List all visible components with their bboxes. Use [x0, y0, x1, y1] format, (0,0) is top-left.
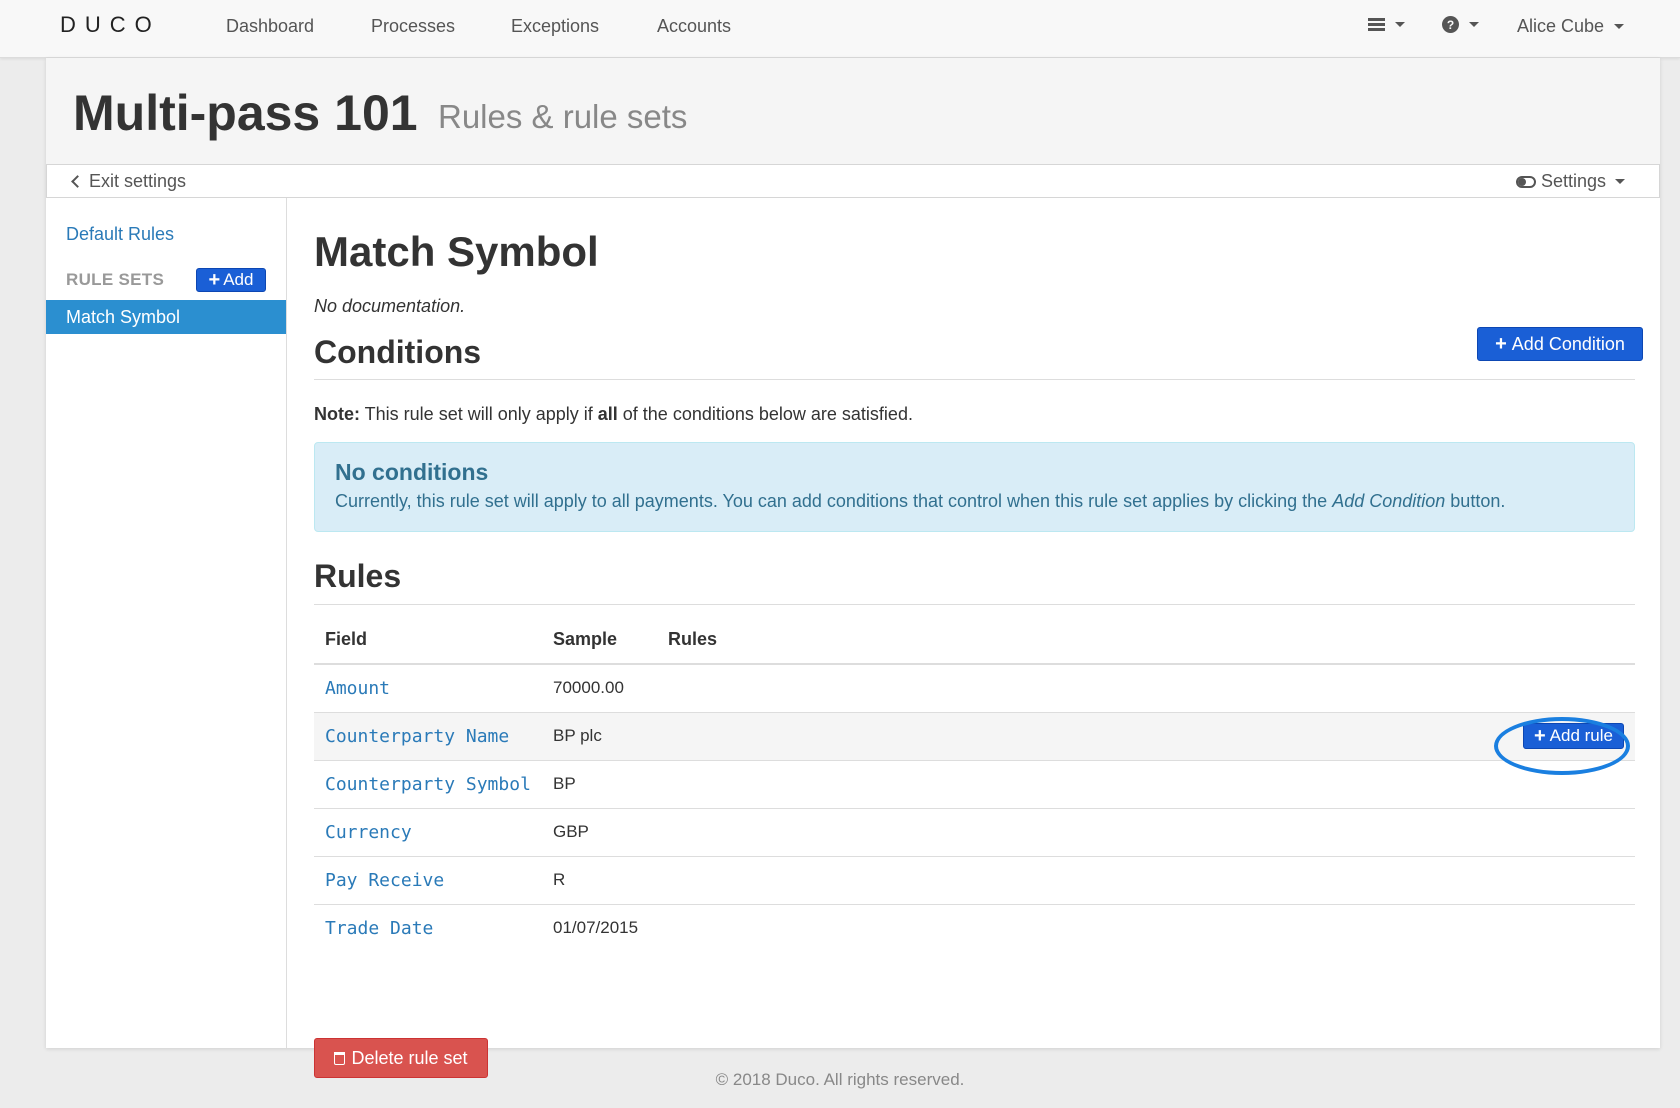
top-navbar: DUCO Dashboard Processes Exceptions Acco…: [0, 0, 1680, 58]
table-header-row: Field Sample Rules: [314, 616, 1635, 665]
rule-sets-heading: RULE SETS: [66, 270, 165, 289]
main-content: Match Symbol No documentation. Condition…: [287, 198, 1660, 1078]
toggle-icon: [1515, 175, 1536, 188]
table-row: Counterparty Symbol BP: [314, 759, 1635, 808]
user-menu[interactable]: Alice Cube: [1517, 16, 1625, 37]
add-rule-button[interactable]: + Add rule: [1522, 723, 1624, 749]
add-condition-button[interactable]: + Add Condition: [1477, 327, 1643, 361]
conditions-note: Note: This rule set will only apply if a…: [314, 404, 913, 425]
duco-logo[interactable]: DUCO: [60, 12, 161, 38]
column-header-field: Field: [314, 616, 542, 665]
alert-title: No conditions: [335, 459, 489, 485]
field-link-counterparty-symbol[interactable]: Counterparty Symbol: [325, 774, 531, 795]
conditions-heading: Conditions: [314, 334, 482, 370]
rules-table: Field Sample Rules Amount 70000.00 Count…: [314, 616, 1635, 952]
add-rule-label: Add rule: [1549, 726, 1613, 745]
note-bold: all: [597, 404, 618, 424]
sample-value: 01/07/2015: [542, 903, 657, 952]
rules-cell: [657, 663, 1015, 712]
note-label: Note:: [314, 404, 360, 424]
actions-cell: [1014, 807, 1635, 856]
actions-cell: [1014, 759, 1635, 808]
chevron-left-icon: [71, 175, 84, 188]
hamburger-icon: [1368, 16, 1385, 33]
rules-heading: Rules: [314, 558, 402, 594]
field-link-trade-date[interactable]: Trade Date: [325, 918, 433, 939]
nav-exceptions[interactable]: Exceptions: [511, 16, 599, 37]
rules-cell: [657, 711, 1015, 760]
settings-dropdown[interactable]: Settings: [1515, 171, 1625, 192]
actions-cell: + Add rule: [1014, 711, 1635, 775]
caret-down-icon: [1395, 22, 1405, 27]
plus-icon: +: [1533, 725, 1546, 747]
exit-settings-label: Exit settings: [89, 171, 187, 191]
sample-value: BP: [542, 759, 657, 808]
caret-down-icon: [1615, 179, 1625, 184]
note-text-pre: This rule set will only apply if: [360, 404, 598, 424]
page-header: Multi-pass 101 Rules & rule sets: [46, 58, 1660, 164]
caret-down-icon: [1469, 22, 1479, 27]
rules-cell: [657, 807, 1015, 856]
sidebar-item-default-rules[interactable]: Default Rules: [66, 224, 174, 245]
field-link-currency[interactable]: Currency: [325, 822, 412, 843]
menu-dropdown[interactable]: [1368, 16, 1405, 33]
table-row: Counterparty Name BP plc + Add rule: [314, 711, 1635, 775]
field-link-amount[interactable]: Amount: [325, 678, 390, 699]
alert-text-post: button.: [1445, 491, 1506, 511]
settings-bar: Exit settings Settings: [46, 164, 1660, 198]
sample-value: R: [542, 855, 657, 904]
rules-cell: [657, 855, 1015, 904]
column-header-actions: [1014, 616, 1635, 665]
column-header-rules: Rules: [657, 616, 1015, 665]
footer-copyright: © 2018 Duco. All rights reserved.: [715, 1070, 965, 1089]
alert-body: Currently, this rule set will apply to a…: [335, 491, 1505, 512]
rules-divider: [314, 604, 1635, 605]
question-circle-icon: ?: [1442, 16, 1459, 33]
nav-dashboard[interactable]: Dashboard: [226, 16, 314, 37]
nav-processes[interactable]: Processes: [371, 16, 455, 37]
table-row: Pay Receive R: [314, 855, 1635, 904]
documentation-text: No documentation.: [314, 296, 466, 316]
nav-accounts[interactable]: Accounts: [657, 16, 731, 37]
user-name: Alice Cube: [1517, 16, 1605, 36]
delete-rule-set-label: Delete rule set: [351, 1047, 468, 1068]
table-row: Amount 70000.00: [314, 663, 1635, 712]
settings-label: Settings: [1540, 171, 1606, 191]
exit-settings-link[interactable]: Exit settings: [71, 171, 187, 192]
column-header-sample: Sample: [542, 616, 657, 665]
sidebar: Default Rules RULE SETS + Add Match Symb…: [46, 198, 287, 1048]
actions-cell: [1014, 663, 1635, 712]
plus-icon: +: [1495, 333, 1507, 355]
page-subtitle: Rules & rule sets: [438, 98, 688, 135]
table-row: Trade Date 01/07/2015: [314, 903, 1635, 952]
add-rule-set-button[interactable]: + Add: [196, 268, 266, 292]
no-conditions-alert: No conditions Currently, this rule set w…: [314, 442, 1635, 532]
add-rule-set-label: Add: [223, 270, 254, 289]
field-link-counterparty-name[interactable]: Counterparty Name: [325, 726, 509, 747]
rules-cell: [657, 903, 1015, 952]
sidebar-item-match-symbol[interactable]: Match Symbol: [46, 300, 286, 334]
conditions-divider: [314, 379, 1635, 380]
plus-icon: +: [208, 269, 221, 291]
page-container: Multi-pass 101 Rules & rule sets Exit se…: [46, 58, 1660, 1078]
trash-icon: [334, 1051, 346, 1065]
page-title: Multi-pass 101: [73, 85, 418, 141]
alert-emphasis: Add Condition: [1332, 491, 1446, 511]
sample-value: GBP: [542, 807, 657, 856]
sample-value: BP plc: [542, 711, 657, 760]
rules-cell: [657, 759, 1015, 808]
help-dropdown[interactable]: ?: [1442, 16, 1479, 33]
note-text-post: of the conditions below are satisfied.: [617, 404, 913, 424]
sample-value: 70000.00: [542, 663, 657, 712]
field-link-pay-receive[interactable]: Pay Receive: [325, 870, 444, 891]
rule-set-title: Match Symbol: [314, 228, 599, 275]
caret-down-icon: [1614, 24, 1625, 29]
table-row: Currency GBP: [314, 807, 1635, 856]
actions-cell: [1014, 855, 1635, 904]
actions-cell: [1014, 903, 1635, 952]
add-condition-label: Add Condition: [1511, 333, 1625, 354]
alert-text-pre: Currently, this rule set will apply to a…: [335, 491, 1333, 511]
